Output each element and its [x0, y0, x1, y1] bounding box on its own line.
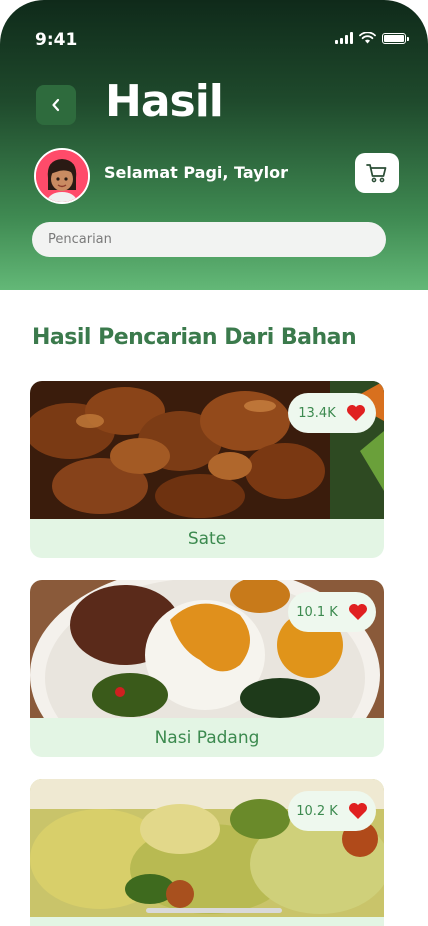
avatar[interactable]	[34, 148, 90, 204]
wifi-icon	[359, 32, 376, 44]
card-title: Sate	[187, 528, 227, 549]
result-card-nasi-padang[interactable]: 10.1 K Nasi Padang	[30, 580, 384, 757]
header: 9:41 Hasil Selamat Pagi, Taylor Pencaria…	[0, 0, 428, 290]
result-card-sate[interactable]: 13.4K Sate	[30, 381, 384, 558]
card-title: Nasi Padang	[154, 727, 260, 748]
cart-icon	[366, 164, 387, 183]
back-button[interactable]	[36, 85, 76, 125]
screen: 9:41 Hasil Selamat Pagi, Taylor Pencaria…	[0, 0, 428, 926]
likes-badge[interactable]: 10.2 K	[288, 791, 376, 831]
likes-badge[interactable]: 10.1 K	[288, 592, 376, 632]
result-card-3[interactable]: 10.2 K	[30, 779, 384, 926]
cart-button[interactable]	[355, 153, 399, 193]
card-title	[30, 917, 384, 926]
likes-count: 13.4K	[298, 405, 336, 421]
avatar-illustration	[36, 150, 88, 202]
chevron-left-icon	[52, 98, 60, 112]
heart-icon	[348, 803, 367, 819]
status-bar: 9:41	[0, 0, 428, 80]
battery-icon	[382, 32, 409, 44]
likes-badge[interactable]: 13.4K	[288, 393, 376, 433]
signal-icon	[335, 32, 353, 44]
likes-count: 10.1 K	[296, 604, 338, 620]
section-title: Hasil Pencarian Dari Bahan	[32, 325, 357, 350]
likes-count: 10.2 K	[296, 803, 338, 819]
search-input[interactable]	[32, 222, 386, 257]
status-time: 9:41	[35, 30, 78, 50]
heart-icon	[346, 405, 365, 421]
home-indicator[interactable]	[146, 908, 282, 913]
heart-icon	[348, 604, 367, 620]
greeting-text: Selamat Pagi, Taylor	[104, 163, 288, 182]
page-title: Hasil	[105, 76, 224, 127]
status-icons	[335, 32, 409, 44]
